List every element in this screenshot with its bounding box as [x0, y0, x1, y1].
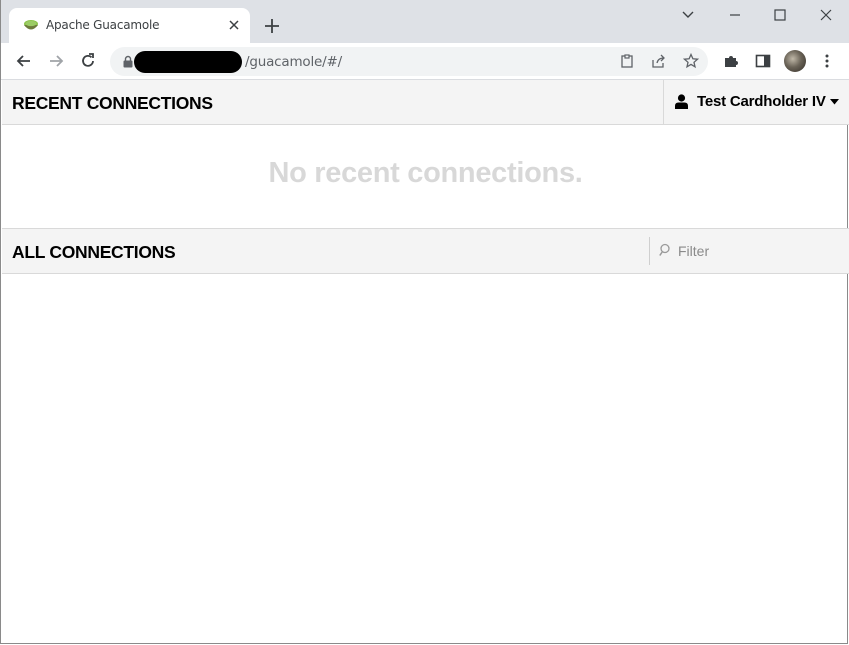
search-icon	[659, 243, 670, 256]
recent-connections-title: RECENT CONNECTIONS	[12, 93, 213, 113]
extensions-puzzle-icon[interactable]	[723, 53, 739, 69]
user-menu[interactable]: Test Cardholder IV	[663, 80, 849, 124]
no-recent-connections-message: No recent connections.	[268, 157, 583, 189]
browser-window: Apache Guacamole /guacamole/#/ RECENT CO…	[0, 0, 849, 644]
recent-connections-header: RECENT CONNECTIONS Test Cardholder IV	[2, 80, 849, 125]
bookmark-star-icon[interactable]	[683, 53, 699, 69]
reload-icon[interactable]	[78, 51, 98, 71]
side-panel-icon[interactable]	[755, 53, 771, 69]
tab-search-chevron-icon[interactable]	[678, 5, 698, 25]
username-label: Test Cardholder IV	[697, 93, 826, 110]
share-icon[interactable]	[651, 53, 667, 69]
filter-box	[649, 237, 848, 265]
all-connections-title: ALL CONNECTIONS	[12, 242, 176, 262]
clipboard-icon[interactable]	[619, 53, 635, 69]
maximize-icon[interactable]	[770, 5, 790, 25]
caret-down-icon	[830, 99, 839, 105]
tab-title: Apache Guacamole	[46, 18, 160, 32]
all-connections-header: ALL CONNECTIONS	[2, 228, 849, 274]
address-url: /guacamole/#/	[245, 54, 342, 70]
back-arrow-icon[interactable]	[14, 51, 34, 71]
tab-strip: Apache Guacamole	[1, 0, 849, 43]
new-tab-icon[interactable]	[261, 15, 283, 37]
close-tab-icon[interactable]	[226, 17, 242, 33]
lock-icon[interactable]	[122, 55, 134, 68]
address-bar[interactable]: /guacamole/#/	[110, 47, 708, 76]
guacamole-favicon-icon	[24, 20, 38, 30]
minimize-icon[interactable]	[725, 5, 745, 25]
user-icon	[675, 94, 688, 109]
browser-tab[interactable]: Apache Guacamole	[9, 8, 250, 43]
forward-arrow-icon[interactable]	[46, 51, 66, 71]
more-menu-icon[interactable]	[819, 53, 835, 69]
close-window-icon[interactable]	[816, 5, 836, 25]
redacted-host	[134, 51, 242, 73]
filter-input[interactable]	[676, 240, 848, 262]
browser-toolbar: /guacamole/#/	[1, 43, 849, 80]
profile-avatar[interactable]	[784, 50, 806, 72]
